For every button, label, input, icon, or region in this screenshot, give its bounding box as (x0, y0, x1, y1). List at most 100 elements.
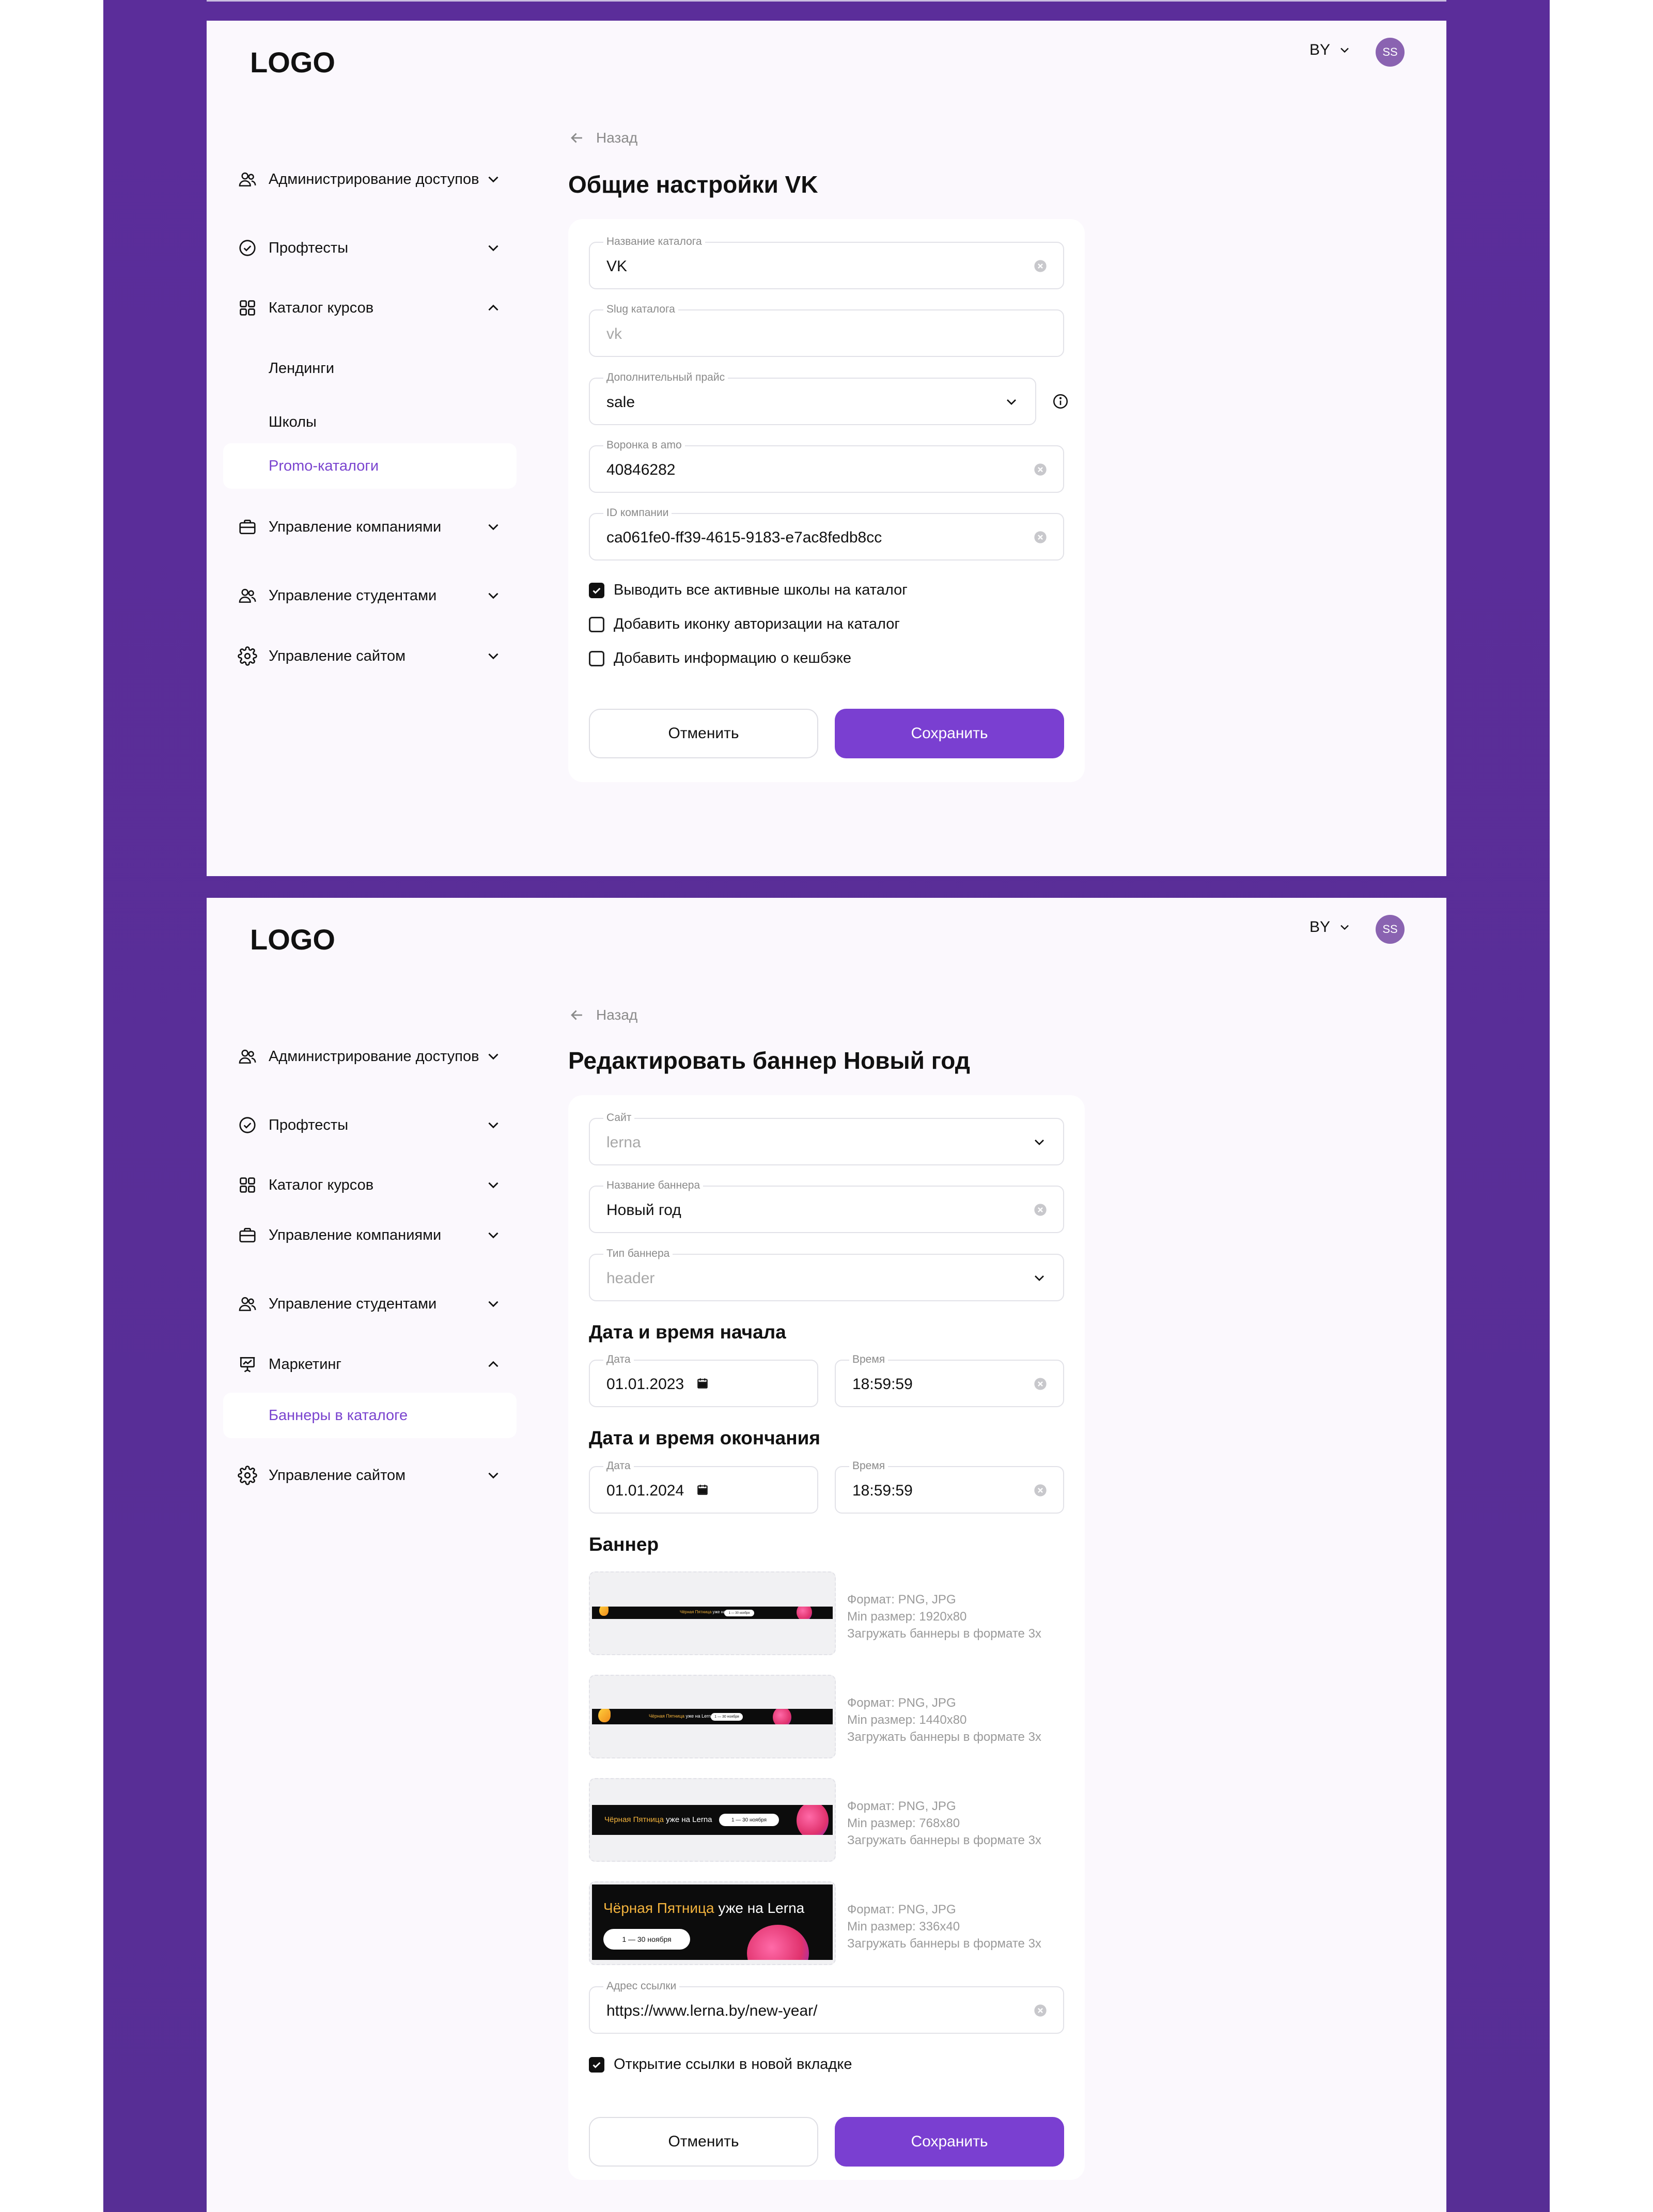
chevron-down-icon (485, 1176, 502, 1194)
settings-card: Название каталога VK Slug каталога vk До… (568, 219, 1085, 782)
amo-funnel-field[interactable]: Воронка в amo 40846282 (589, 439, 1064, 493)
presentation-icon (238, 1354, 257, 1374)
sidebar-item-proftests[interactable]: Профтесты (223, 1115, 517, 1135)
chevron-down-icon (485, 239, 502, 257)
clear-icon[interactable] (1033, 1377, 1048, 1391)
banner-decoration (747, 1925, 809, 1960)
banner-format: Формат: PNG, JPG (847, 1799, 956, 1813)
catalog-name-field[interactable]: Название каталога VK (589, 236, 1064, 289)
clear-icon[interactable] (1033, 2003, 1048, 2018)
save-button[interactable]: Сохранить (835, 2117, 1064, 2167)
banner-preview: Чёрная Пятница уже на Lerna 1 — 30 ноябр… (592, 1709, 833, 1724)
language-selector[interactable]: BY (1309, 41, 1352, 59)
chevron-down-icon (1007, 399, 1016, 405)
checkbox-cashback-info[interactable]: Добавить информацию о кешбэке (589, 650, 851, 667)
check-circle-icon (238, 238, 257, 258)
start-time-field[interactable]: Время 18:59:59 (835, 1353, 1064, 1407)
calendar-icon[interactable] (696, 1377, 709, 1390)
clear-icon[interactable] (1033, 1203, 1048, 1217)
sidebar-item-access-admin[interactable]: Администрирование доступов (223, 169, 517, 189)
field-label: Дата (603, 1353, 634, 1366)
company-id-field[interactable]: ID компании ca061fe0-ff39-4615-9183-e7ac… (589, 507, 1064, 560)
back-link[interactable]: Назад (568, 1006, 637, 1024)
chevron-down-icon (485, 587, 502, 604)
sidebar-item-course-catalog[interactable]: Каталог курсов (223, 1175, 517, 1195)
checkbox-label: Выводить все активные школы на каталог (614, 582, 908, 598)
checkbox-checked[interactable] (589, 2057, 604, 2073)
chevron-down-icon (485, 1116, 502, 1134)
language-selector[interactable]: BY (1309, 918, 1352, 936)
sidebar-subitem-schools[interactable]: Школы (223, 412, 317, 432)
clear-icon[interactable] (1033, 462, 1048, 477)
banner-name-field[interactable]: Название баннера Новый год (589, 1179, 1064, 1233)
sidebar-item-label: Управление сайтом (269, 1467, 406, 1484)
field-value: header (606, 1270, 655, 1287)
banner-min-size: Min размер: 1920x80 (847, 1610, 967, 1624)
banner-upload-336[interactable]: Чёрная Пятница уже на Lerna 1 — 30 ноябр… (589, 1881, 836, 1965)
grid-icon (238, 298, 257, 318)
banner-text-highlight: Чёрная Пятница (680, 1610, 712, 1614)
back-label: Назад (596, 130, 638, 146)
link-address-field[interactable]: Адрес ссылки https://www.lerna.by/new-ye… (589, 1980, 1064, 2034)
checkbox-auth-icon[interactable]: Добавить иконку авторизации на каталог (589, 616, 900, 633)
end-time-field[interactable]: Время 18:59:59 (835, 1460, 1064, 1514)
check-circle-icon (238, 1115, 257, 1135)
clear-icon[interactable] (1033, 1483, 1048, 1498)
banner-min-size: Min размер: 336x40 (847, 1920, 960, 1934)
sidebar-item-marketing[interactable]: Маркетинг (223, 1354, 517, 1374)
end-date-field[interactable]: Дата 01.01.2024 (589, 1460, 818, 1514)
sidebar-item-site-management[interactable]: Управление сайтом (223, 1466, 517, 1485)
sidebar-subitem-catalog-banners[interactable]: Баннеры в каталоге (223, 1393, 517, 1438)
checkbox-show-active-schools[interactable]: Выводить все активные школы на каталог (589, 582, 908, 599)
field-value: lerna (606, 1134, 641, 1151)
sidebar-item-site-management[interactable]: Управление сайтом (223, 646, 517, 666)
sidebar-item-access-admin[interactable]: Администрирование доступов (223, 1047, 517, 1066)
checkbox-checked[interactable] (589, 582, 604, 598)
sidebar-subitem-promo-catalogs[interactable]: Promo-каталоги (223, 443, 517, 489)
cancel-button[interactable]: Отменить (589, 2117, 818, 2167)
sidebar-item-course-catalog[interactable]: Каталог курсов (223, 298, 517, 318)
checkbox-unchecked[interactable] (589, 616, 604, 632)
save-button[interactable]: Сохранить (835, 709, 1064, 758)
sidebar-subitem-landings[interactable]: Лендинги (223, 359, 334, 378)
extra-price-select[interactable]: Дополнительный прайс sale (589, 371, 1036, 425)
slug-field[interactable]: Slug каталога vk (589, 303, 1064, 357)
checkbox-open-new-tab[interactable]: Открытие ссылки в новой вкладке (589, 2056, 852, 2073)
banner-preview: Чёрная Пятница уже на Lerna 1 — 30 ноябр… (592, 1805, 833, 1835)
banner-decoration (797, 1607, 812, 1619)
sidebar-item-label: Администрирование доступов (269, 1048, 479, 1065)
sidebar-item-label: Профтесты (269, 240, 349, 256)
logo: LOGO (250, 923, 335, 956)
checkbox-label: Добавить иконку авторизации на каталог (614, 616, 900, 632)
start-date-field[interactable]: Дата 01.01.2023 (589, 1353, 818, 1407)
banner-upload-768[interactable]: Чёрная Пятница уже на Lerna 1 — 30 ноябр… (589, 1778, 836, 1862)
sidebar-item-student-management[interactable]: Управление студентами (223, 586, 517, 605)
info-icon[interactable] (1052, 393, 1069, 410)
banner-upload-1920[interactable]: Чёрная Пятница уже на Lerna 1 — 30 ноябр… (589, 1571, 836, 1655)
checkbox-unchecked[interactable] (589, 650, 604, 666)
cancel-button[interactable]: Отменить (589, 709, 818, 758)
sidebar-item-student-management[interactable]: Управление студентами (223, 1294, 517, 1314)
site-select[interactable]: Сайт lerna (589, 1112, 1064, 1165)
sidebar-item-company-management[interactable]: Управление компаниями (223, 517, 517, 537)
screen-edit-banner: LOGO BY SS Администрирование доступов Пр… (207, 898, 1446, 2212)
banner-upload-1440[interactable]: Чёрная Пятница уже на Lerna 1 — 30 ноябр… (589, 1675, 836, 1758)
chevron-down-icon (485, 170, 502, 188)
banner-decoration (599, 1607, 609, 1616)
chevron-down-icon (485, 1048, 502, 1065)
avatar[interactable]: SS (1376, 915, 1405, 944)
banner-type-select[interactable]: Тип баннера header (589, 1248, 1064, 1301)
banner-hint: Загружать баннеры в формате 3х (847, 1730, 1041, 1744)
sidebar-item-proftests[interactable]: Профтесты (223, 238, 517, 258)
banner-decoration (797, 1805, 829, 1835)
sidebar-item-company-management[interactable]: Управление компаниями (223, 1225, 517, 1245)
avatar[interactable]: SS (1376, 38, 1405, 67)
clear-icon[interactable] (1033, 530, 1048, 544)
banner-text: уже на Lerna (714, 1900, 805, 1916)
banner-requirements-1920: Формат: PNG, JPG Min размер: 1920x80 Заг… (847, 1591, 1041, 1642)
language-code: BY (1309, 918, 1331, 936)
field-label: Дата (603, 1460, 634, 1472)
back-link[interactable]: Назад (568, 129, 637, 147)
calendar-icon[interactable] (696, 1483, 709, 1497)
clear-icon[interactable] (1033, 259, 1048, 273)
